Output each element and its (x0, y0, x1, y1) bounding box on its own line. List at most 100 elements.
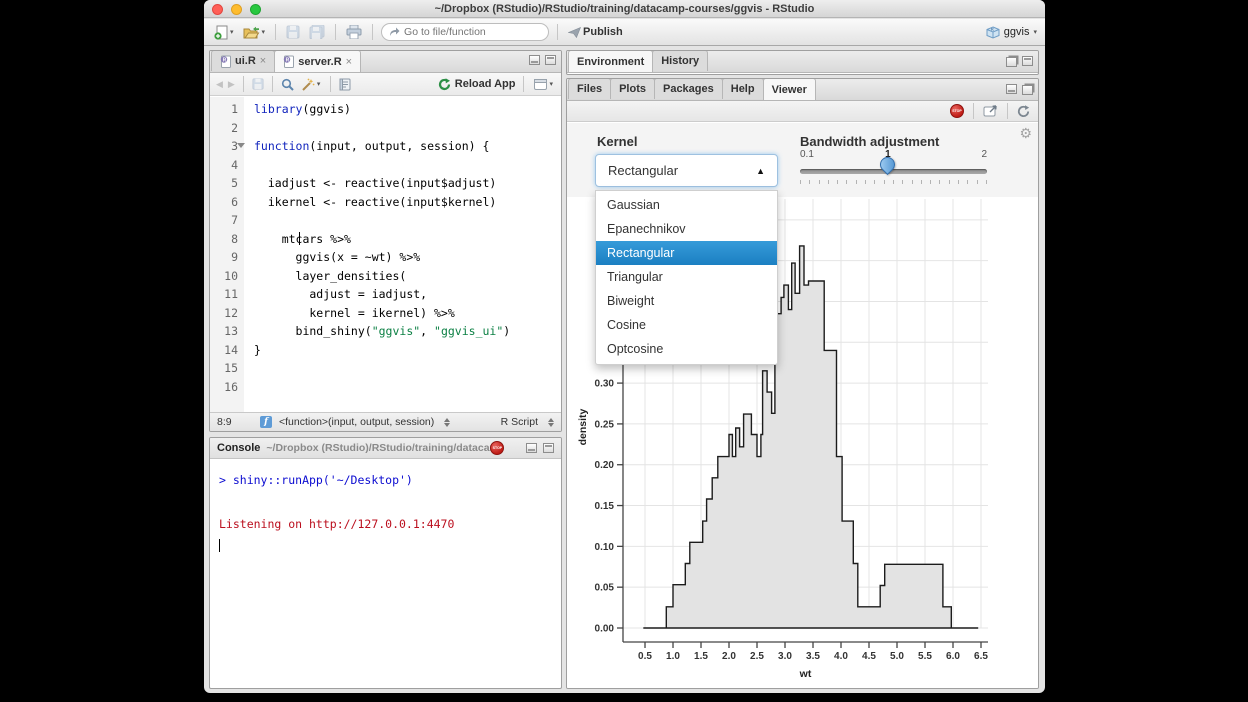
console-output[interactable]: > shiny::runApp('~/Desktop') Listening o… (210, 459, 561, 562)
code-line: ikernel <- reactive(input$kernel) (254, 193, 561, 212)
console-stop-button[interactable]: STOP (490, 441, 504, 455)
viewer-refresh-button[interactable] (1017, 105, 1030, 118)
notebook-icon (339, 78, 351, 91)
find-replace-button[interactable] (281, 78, 294, 91)
line-number[interactable]: 15 (210, 359, 238, 378)
tab-label: History (661, 55, 699, 67)
goto-file-input[interactable] (404, 26, 524, 38)
line-number[interactable]: 1 (210, 100, 238, 119)
file-type-selector-icon[interactable] (548, 418, 554, 427)
tab-packages[interactable]: Packages (654, 78, 723, 99)
kernel-option-optcosine[interactable]: Optcosine (596, 337, 777, 361)
source-pane: Rui.R×Rserver.R× ◀ ▶ ▾ Reload App (209, 50, 562, 432)
bandwidth-slider[interactable]: 0.1 1 2 (800, 149, 987, 184)
kernel-option-gaussian[interactable]: Gaussian (596, 193, 777, 217)
kernel-option-triangular[interactable]: Triangular (596, 265, 777, 289)
source-pane-menu-button[interactable]: ▾ (532, 78, 555, 91)
tab-viewer[interactable]: Viewer (763, 78, 816, 100)
line-number[interactable]: 13 (210, 322, 238, 341)
new-file-button[interactable]: ▾ (212, 24, 236, 41)
tab-label: Plots (619, 83, 646, 95)
save-icon (286, 25, 300, 39)
line-number[interactable]: 7 (210, 211, 238, 230)
tab-environment[interactable]: Environment (568, 50, 653, 72)
files-restore-icon[interactable] (1022, 85, 1033, 95)
scope-selector-icon[interactable] (444, 418, 450, 427)
env-restore-icon[interactable] (1006, 57, 1017, 67)
minimize-pane-icon[interactable] (529, 55, 540, 65)
line-number[interactable]: 12 (210, 304, 238, 323)
kernel-option-epanechnikov[interactable]: Epanechnikov (596, 217, 777, 241)
tab-label: Help (731, 83, 755, 95)
tab-label: Viewer (772, 84, 807, 96)
line-number[interactable]: 8 (210, 230, 238, 249)
slider-ticks (800, 180, 987, 184)
open-in-new-window-button[interactable] (983, 105, 998, 117)
close-tab-icon[interactable]: × (346, 56, 352, 68)
close-tab-icon[interactable]: × (260, 55, 266, 67)
kernel-selected-value: Rectangular (608, 163, 678, 178)
code-editor[interactable]: 12345678910111213141516 library(ggvis) f… (210, 97, 561, 412)
line-number[interactable]: 4 (210, 156, 238, 175)
files-tab-bar: Files Plots Packages Help Viewer (567, 79, 1038, 101)
svg-text:R: R (286, 57, 290, 63)
kernel-select[interactable]: Rectangular ▲ (595, 154, 778, 187)
save-source-button[interactable] (252, 78, 264, 90)
tab-plots[interactable]: Plots (610, 78, 655, 99)
reload-app-button[interactable]: Reload App (438, 78, 516, 91)
line-number[interactable]: 3 (210, 137, 238, 156)
viewer-stop-button[interactable]: STOP (950, 104, 964, 118)
tab-label: Packages (663, 83, 714, 95)
tab-help[interactable]: Help (722, 78, 764, 99)
function-scope-icon: f (260, 416, 272, 428)
slider-track[interactable] (800, 169, 987, 174)
file-type-label[interactable]: R Script (501, 416, 538, 428)
line-number[interactable]: 6 (210, 193, 238, 212)
files-minimize-icon[interactable] (1006, 84, 1017, 94)
kernel-option-biweight[interactable]: Biweight (596, 289, 777, 313)
line-number[interactable]: 10 (210, 267, 238, 286)
back-icon[interactable]: ◀ (216, 79, 223, 90)
tab-files[interactable]: Files (568, 78, 611, 99)
line-number[interactable]: 9 (210, 248, 238, 267)
publish-button[interactable]: Publish (566, 25, 625, 39)
x-tick-label: 0.5 (638, 651, 652, 662)
console-minimize-icon[interactable] (526, 443, 537, 453)
save-all-button[interactable] (307, 24, 327, 40)
code-line: bind_shiny("ggvis", "ggvis_ui") (254, 322, 561, 341)
compile-notebook-button[interactable] (339, 78, 351, 91)
line-number[interactable]: 16 (210, 378, 238, 397)
environment-pane: Environment History (566, 50, 1039, 75)
console-title[interactable]: Console (217, 442, 260, 454)
kernel-option-cosine[interactable]: Cosine (596, 313, 777, 337)
env-maximize-icon[interactable] (1022, 56, 1033, 66)
stop-label: STOP (952, 109, 961, 113)
goto-file-search[interactable] (381, 23, 549, 41)
maximize-pane-icon[interactable] (545, 55, 556, 65)
x-tick-label: 3.0 (778, 651, 792, 662)
line-number[interactable]: 14 (210, 341, 238, 360)
line-number[interactable]: 2 (210, 119, 238, 138)
editor-tab-server.R[interactable]: Rserver.R× (274, 50, 361, 72)
print-button[interactable] (344, 24, 364, 40)
editor-tab-ui.R[interactable]: Rui.R× (211, 50, 275, 71)
line-number[interactable]: 11 (210, 285, 238, 304)
forward-icon[interactable]: ▶ (228, 79, 235, 90)
scope-label[interactable]: <function>(input, output, session) (279, 416, 434, 428)
project-menu-button[interactable]: R ggvis ▾ (986, 26, 1037, 39)
editor-cursor (299, 232, 300, 245)
console-maximize-icon[interactable] (543, 443, 554, 453)
r-file-icon: R (220, 55, 231, 68)
line-number[interactable]: 5 (210, 174, 238, 193)
project-cube-icon: R (986, 26, 1000, 39)
code-tools-caret-icon: ▾ (317, 80, 321, 88)
tab-history[interactable]: History (652, 50, 708, 71)
code-tools-button[interactable]: ▾ (299, 77, 323, 92)
x-tick-label: 1.0 (666, 651, 680, 662)
cursor-position: 8:9 (217, 416, 253, 428)
kernel-dropdown: GaussianEpanechnikovRectangularTriangula… (595, 190, 778, 365)
gear-icon[interactable]: ⚙ (1019, 125, 1032, 142)
save-button[interactable] (284, 24, 302, 40)
open-file-button[interactable]: ▾ (241, 25, 268, 40)
kernel-option-rectangular[interactable]: Rectangular (596, 241, 777, 265)
